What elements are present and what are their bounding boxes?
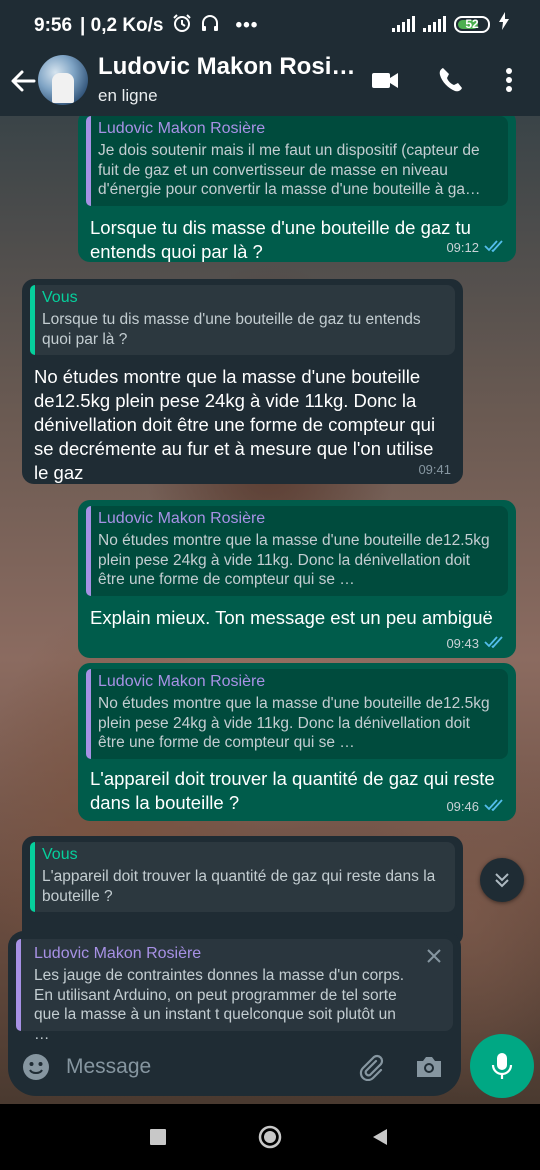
message-input-bar[interactable]: Message: [8, 1039, 461, 1096]
message-meta: 09:46: [446, 799, 504, 814]
reply-preview-panel: Ludovic Makon Rosière Les jauge de contr…: [8, 931, 461, 1043]
quote-author: Ludovic Makon Rosière: [98, 510, 266, 527]
quote-text: L'appareil doit trouver la quantité de g…: [42, 868, 436, 905]
message-text: Explain mieux. Ton message est un peu am…: [90, 606, 493, 628]
message-meta: 09:12: [446, 240, 504, 255]
voice-call-icon[interactable]: [437, 65, 465, 100]
contact-status: en ligne: [98, 86, 158, 105]
message-text: Lorsque tu dis masse d'une bouteille de …: [90, 216, 471, 262]
reply-text: Les jauge de contraintes donnes la masse…: [34, 967, 405, 1043]
home-icon[interactable]: [258, 1125, 282, 1154]
reply-preview[interactable]: Ludovic Makon Rosière Les jauge de contr…: [16, 939, 453, 1043]
message-text: No études montre que la masse d'une bout…: [34, 366, 436, 483]
scroll-to-bottom-button[interactable]: [480, 858, 524, 902]
message-time: 09:43: [446, 636, 479, 651]
system-nav-bar: [0, 1104, 540, 1170]
more-options-icon[interactable]: [503, 65, 515, 100]
quote-author: Vous: [42, 289, 78, 306]
message-time: 09:46: [446, 799, 479, 814]
back-nav-icon[interactable]: [371, 1128, 389, 1151]
contact-name[interactable]: Ludovic Makon Rosi…: [98, 53, 355, 81]
emoji-icon[interactable]: [22, 1053, 50, 1086]
quote-author: Vous: [42, 846, 78, 863]
battery-icon: 52: [454, 15, 490, 33]
quote-author: Ludovic Makon Rosière: [98, 120, 266, 137]
quote-text: No études montre que la masse d'une bout…: [98, 532, 490, 588]
network-speed: | 0,2 Ko/s: [80, 15, 164, 36]
clock: 9:56: [34, 15, 73, 36]
read-ticks-icon: [484, 799, 504, 814]
message-meta: 09:43: [446, 636, 504, 651]
message-time: 09:41: [418, 462, 451, 477]
message-bubble-incoming[interactable]: Vous L'appareil doit trouver la quantité…: [22, 836, 463, 946]
quote-text: Lorsque tu dis masse d'une bouteille de …: [42, 311, 421, 348]
message-text: L'appareil doit trouver la quantité de g…: [90, 767, 495, 813]
video-call-icon[interactable]: [370, 65, 400, 100]
microphone-icon: [491, 1053, 513, 1079]
message-bubble-incoming[interactable]: Vous Lorsque tu dis masse d'une bouteill…: [22, 279, 463, 484]
signal-icon: [392, 16, 415, 32]
battery-level: 52: [465, 17, 479, 31]
message-input[interactable]: Message: [66, 1055, 151, 1079]
close-icon[interactable]: [425, 947, 443, 965]
reply-author: Ludovic Makon Rosière: [34, 945, 202, 962]
voice-record-button[interactable]: [470, 1034, 534, 1098]
charging-icon: [498, 12, 510, 36]
avatar[interactable]: [38, 55, 88, 105]
signal-icon-2: [423, 16, 446, 32]
message-bubble-outgoing[interactable]: Ludovic Makon Rosière No études montre q…: [78, 500, 516, 658]
quoted-message[interactable]: Vous Lorsque tu dis masse d'une bouteill…: [30, 285, 455, 355]
quote-text: Je dois soutenir mais il me faut un disp…: [98, 142, 481, 198]
quoted-message[interactable]: Vous L'appareil doit trouver la quantité…: [30, 842, 455, 912]
quote-text: No études montre que la masse d'une bout…: [98, 695, 490, 751]
quote-author: Ludovic Makon Rosière: [98, 673, 266, 690]
message-time: 09:12: [446, 240, 479, 255]
status-bar: 9:56 | 0,2 Ko/s ••• 52: [0, 0, 540, 46]
attach-icon[interactable]: [356, 1053, 384, 1086]
camera-icon[interactable]: [414, 1053, 444, 1086]
message-bubble-outgoing[interactable]: Ludovic Makon Rosière Je dois soutenir m…: [78, 116, 516, 262]
recent-apps-icon[interactable]: [150, 1129, 166, 1150]
double-chevron-down-icon: [495, 873, 509, 888]
quoted-message[interactable]: Ludovic Makon Rosière Je dois soutenir m…: [86, 116, 508, 206]
headphones-icon: [200, 13, 220, 39]
read-ticks-icon: [484, 636, 504, 651]
chat-header: Ludovic Makon Rosi… en ligne: [0, 46, 540, 116]
quoted-message[interactable]: Ludovic Makon Rosière No études montre q…: [86, 669, 508, 759]
back-arrow-icon[interactable]: [8, 66, 38, 96]
message-meta: 09:41: [418, 462, 451, 477]
quoted-message[interactable]: Ludovic Makon Rosière No études montre q…: [86, 506, 508, 596]
read-ticks-icon: [484, 240, 504, 255]
more-notifications-icon: •••: [235, 15, 259, 36]
message-bubble-outgoing[interactable]: Ludovic Makon Rosière No études montre q…: [78, 663, 516, 821]
alarm-icon: [172, 13, 192, 39]
